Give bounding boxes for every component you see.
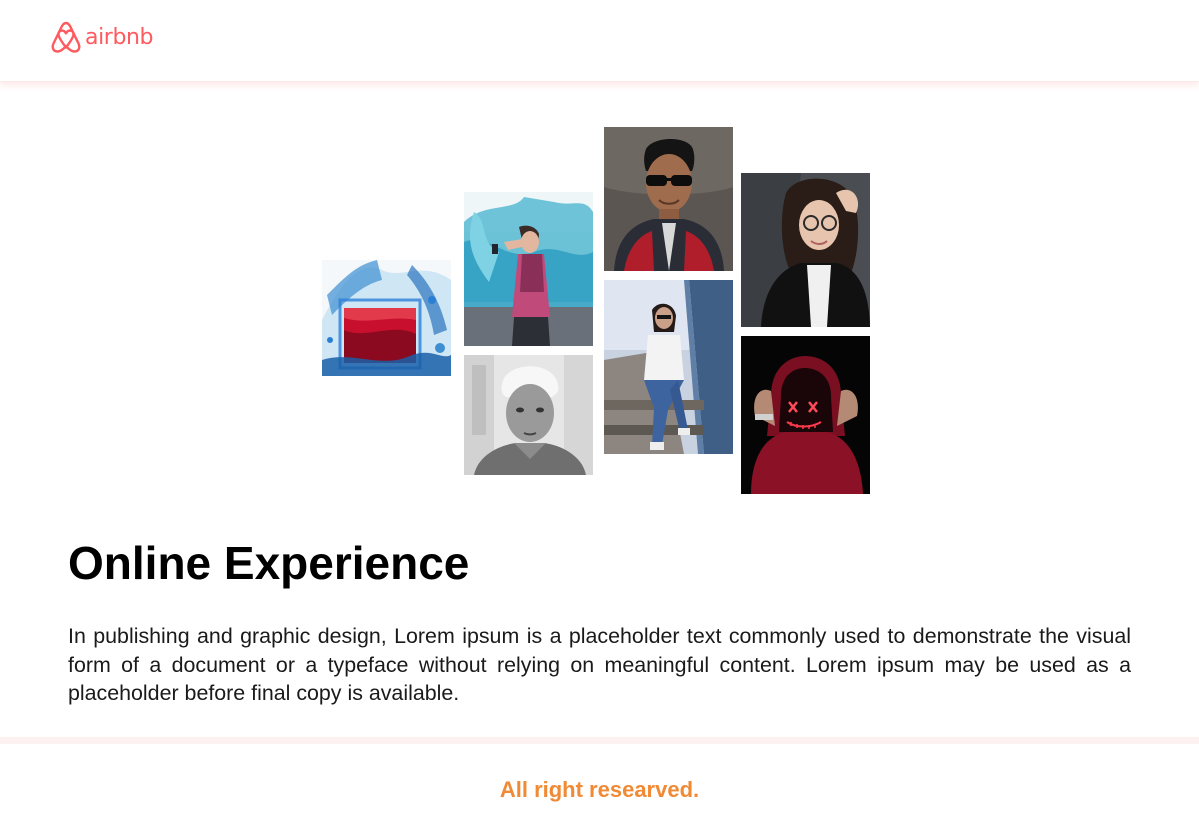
airbnb-logo-link[interactable]: airbnb <box>50 20 154 56</box>
navbar: airbnb <box>0 0 1199 82</box>
airbnb-belo-icon <box>51 21 81 53</box>
page-title: Online Experience <box>68 537 470 589</box>
description-text: In publishing and graphic design, Lorem … <box>68 624 1131 705</box>
woman-smoke-photo <box>464 192 593 346</box>
neon-mask-hoodie-photo <box>741 336 870 494</box>
brand-name: airbnb <box>85 24 154 50</box>
woman-glasses-photo <box>741 173 870 327</box>
copyright-text: All right researved. <box>499 777 700 802</box>
footer: All right researved. <box>0 737 1199 827</box>
man-portrait-bw-photo <box>464 355 593 475</box>
red-liquid-glass-photo <box>322 260 451 376</box>
man-sunglasses-photo <box>604 127 733 271</box>
woman-steps-photo <box>604 280 733 454</box>
